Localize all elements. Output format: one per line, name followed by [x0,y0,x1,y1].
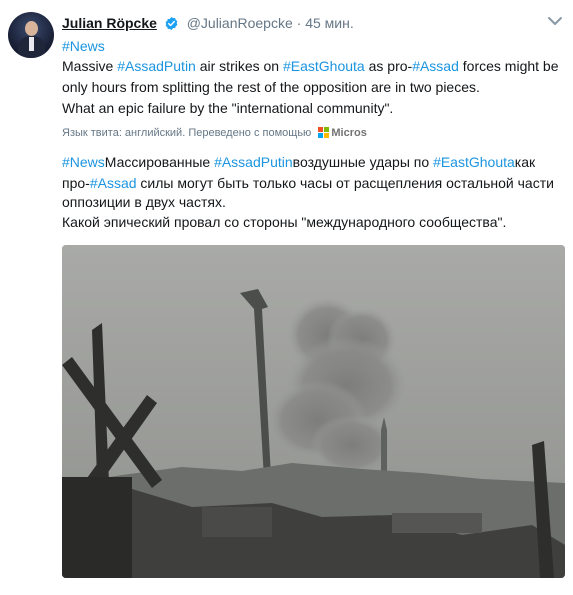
tweet-text-line: What an epic failure by the "internation… [62,100,394,116]
tweet-card: Julian Röpcke @JulianRoepcke · 45 мин. #… [0,0,573,595]
hashtag-link[interactable]: #News [62,38,105,54]
translated-text: про- [62,175,90,191]
tweet-text: Massive [62,58,118,74]
author-name[interactable]: Julian Röpcke [62,15,157,31]
tweet-text-line: only hours from splitting the rest of th… [62,79,480,95]
translation-label: Язык твита: английский. Переведено с пом… [62,127,312,139]
hashtag-link[interactable]: #Assad [90,175,137,191]
tweet-photo[interactable] [62,245,565,578]
translated-text: воздушные удары по [292,154,434,170]
translator-provider[interactable]: Micros [331,127,366,139]
microsoft-logo-icon[interactable] [318,127,330,138]
hashtag-link[interactable]: #Assad [412,58,459,74]
chevron-down-icon[interactable] [546,14,564,28]
hashtag-link[interactable]: #EastGhouta [433,154,515,170]
tweet-text-line: Massive #AssadPutin air strikes on #East… [62,57,559,76]
tweet-header: Julian Röpcke @JulianRoepcke · 45 мин. [62,14,354,32]
tweet-timestamp[interactable]: 45 мин. [305,15,354,31]
author-handle[interactable]: @JulianRoepcke [187,15,293,31]
translated-text: Массированные [104,154,215,170]
hashtag-link[interactable]: #News [62,154,105,170]
translated-text-line: про-#Assad силы могут быть только часы о… [62,174,554,193]
translated-text: силы могут быть только часы от расщеплен… [136,175,554,191]
tweet-text: air strikes on [195,58,283,74]
translated-text-line: оппозиции в двух частях. [62,194,226,210]
photo-scene [62,245,565,578]
translation-attribution: Язык твита: английский. Переведено с пом… [62,127,367,139]
hashtag-link[interactable]: #EastGhouta [283,58,365,74]
translated-text-line: Какой эпический провал со стороны "между… [62,214,507,230]
hashtag-link[interactable]: #AssadPutin [117,58,196,74]
avatar[interactable] [8,12,54,58]
header-separator: · [296,15,302,31]
tweet-text: forces might be [458,58,559,74]
tweet-text: as pro- [364,58,413,74]
hashtag-link[interactable]: #AssadPutin [214,154,293,170]
translated-text: как [514,154,536,170]
verified-badge-icon [165,16,178,31]
tweet-text-line: #News [62,37,105,56]
translated-text-line: #NewsМассированные #AssadPutinвоздушные … [62,153,535,172]
